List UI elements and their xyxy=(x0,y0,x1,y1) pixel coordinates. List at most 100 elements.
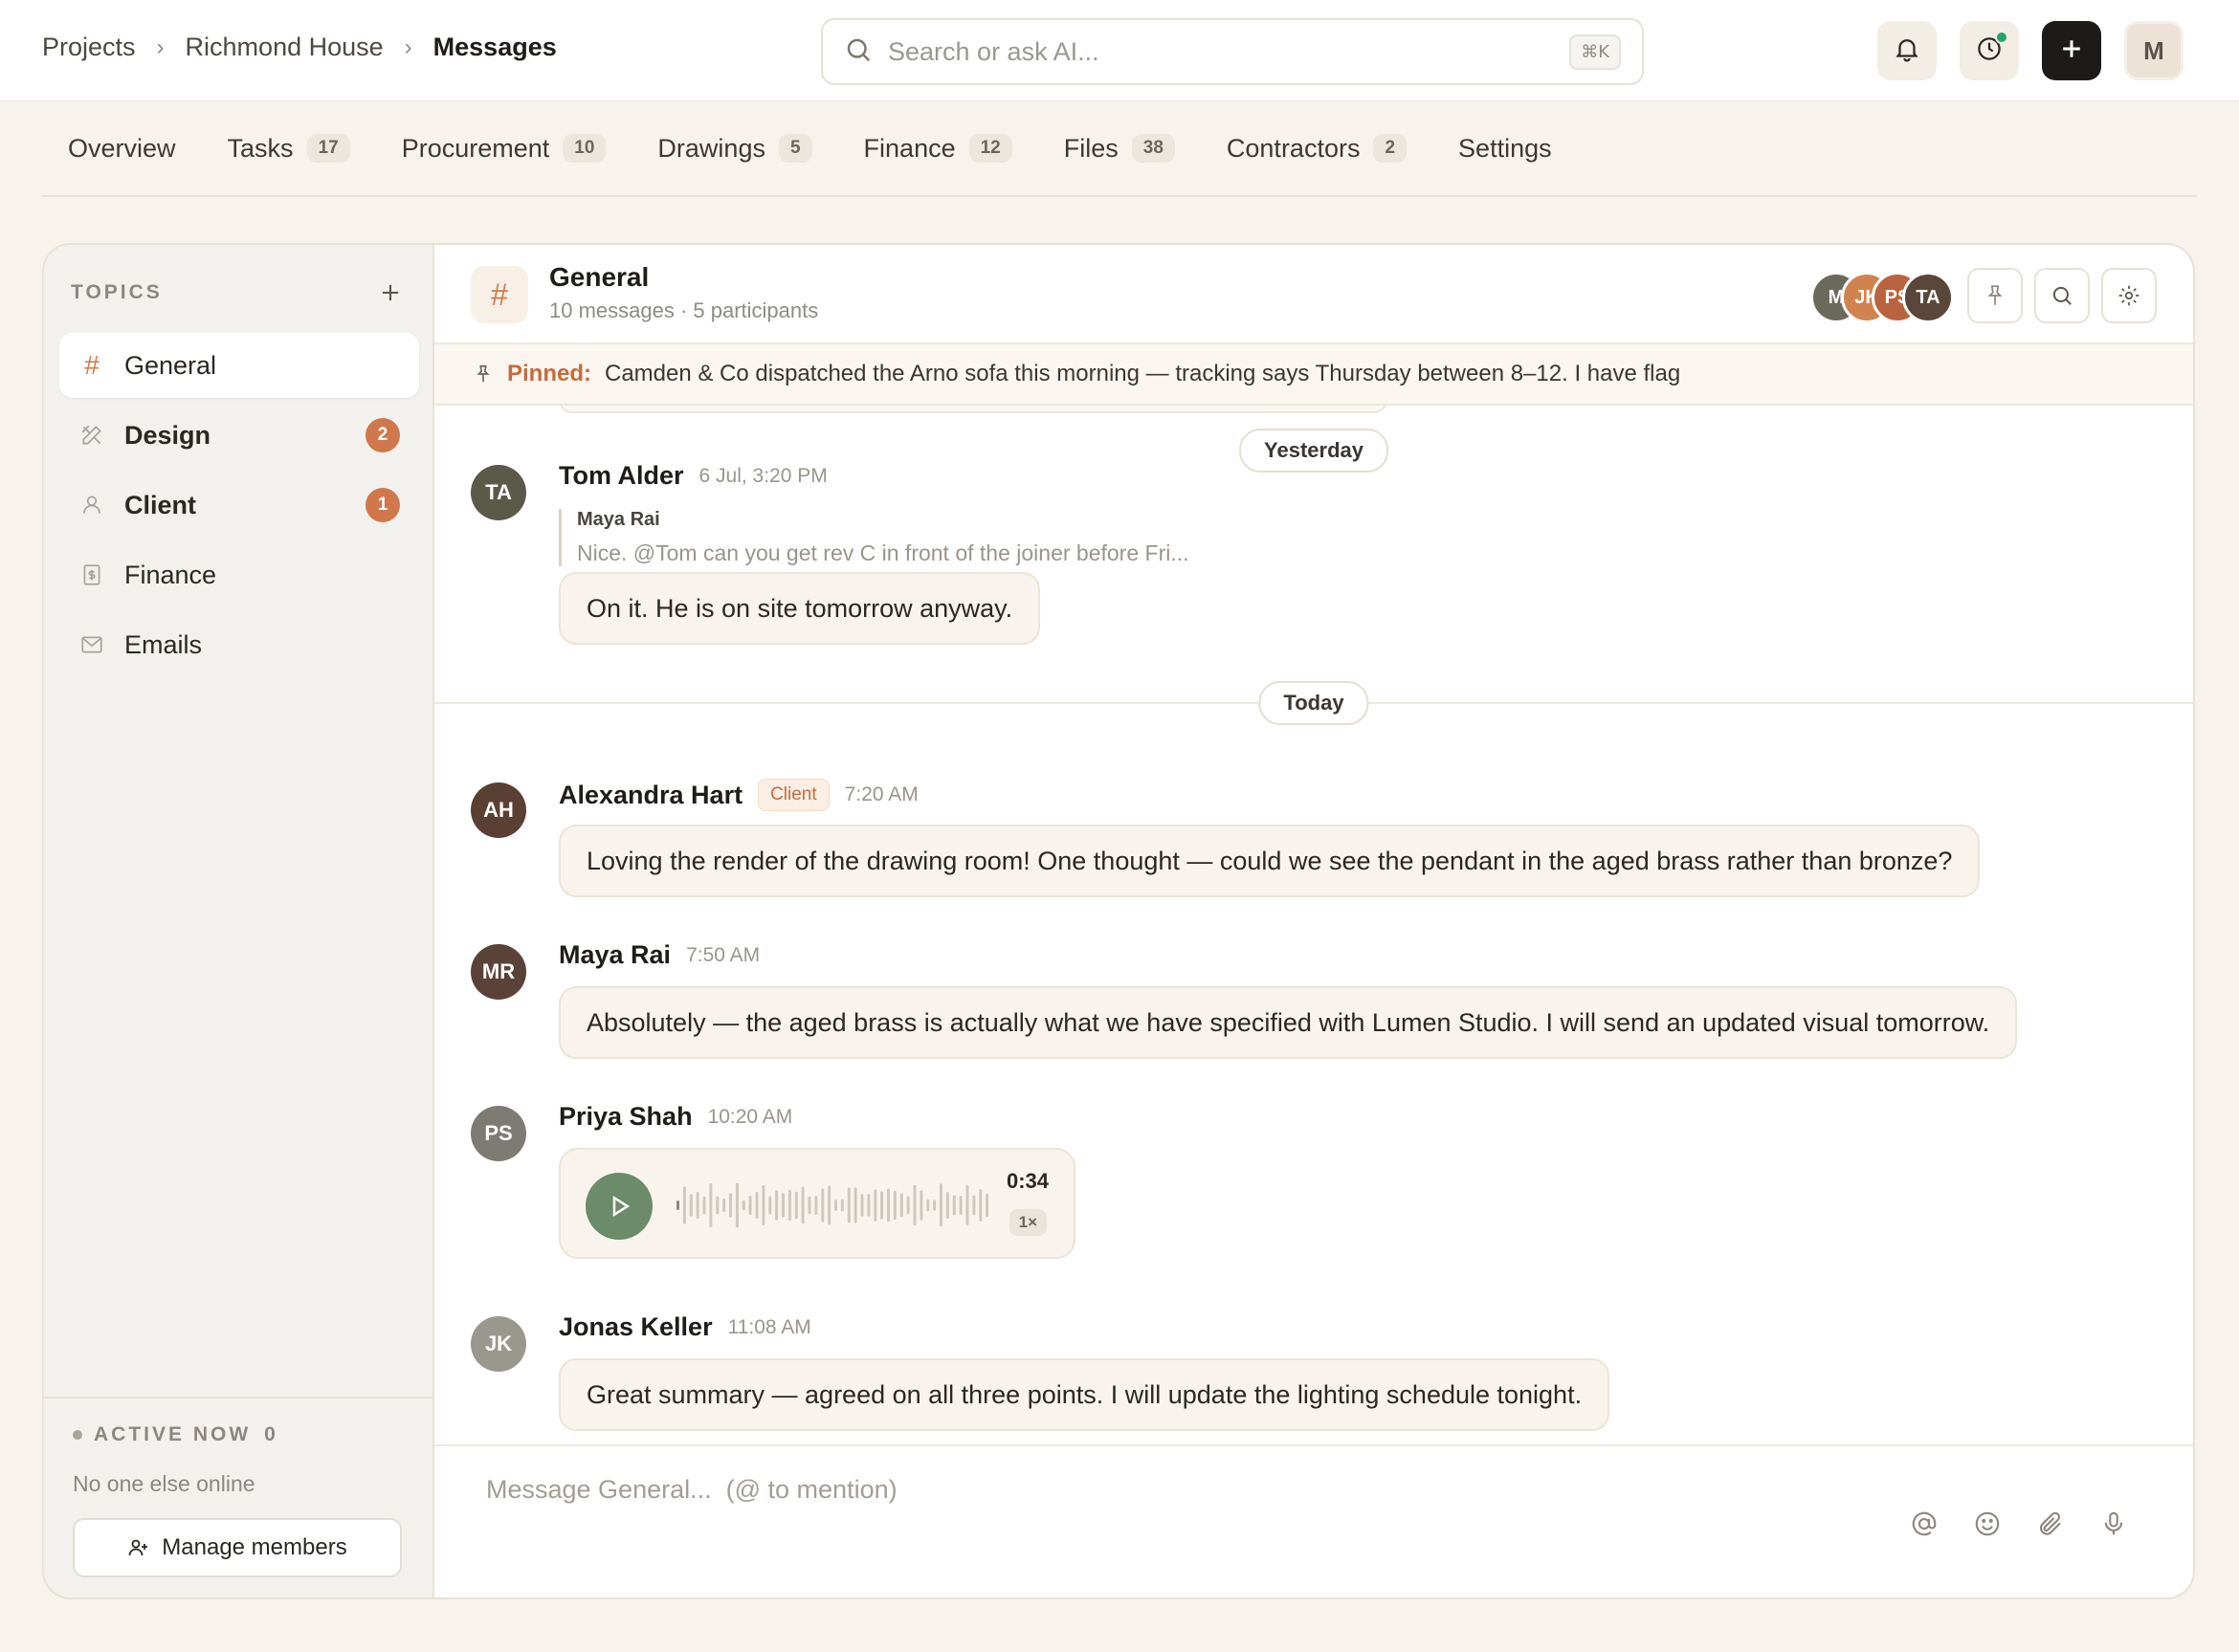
topic-label: Finance xyxy=(124,560,217,589)
mail-icon xyxy=(78,631,105,658)
message-composer xyxy=(434,1444,2193,1597)
topic-finance[interactable]: Finance xyxy=(59,542,419,607)
role-badge: Client xyxy=(758,779,830,811)
tab-finance[interactable]: Finance 12 xyxy=(838,101,1038,195)
tab-label: Settings xyxy=(1458,133,1552,163)
message-time: 6 Jul, 3:20 PM xyxy=(698,464,828,487)
message-author[interactable]: Alexandra Hart xyxy=(559,781,743,810)
participant-avatars[interactable]: M JK PS TA xyxy=(1810,272,1954,323)
message-input[interactable] xyxy=(486,1475,1826,1523)
waveform-bar xyxy=(742,1200,745,1211)
online-indicator xyxy=(1995,31,2008,44)
tab-drawings[interactable]: Drawings 5 xyxy=(632,101,837,195)
chat-area: # General 10 messages · 5 participants M… xyxy=(434,245,2193,1597)
waveform-bar xyxy=(945,1192,949,1219)
day-label: Today xyxy=(1258,681,1369,725)
message-author[interactable]: Maya Rai xyxy=(559,940,671,970)
topic-design[interactable]: Design 2 xyxy=(59,403,419,468)
tab-tasks[interactable]: Tasks 17 xyxy=(202,101,376,195)
waveform-bar xyxy=(735,1182,739,1228)
topic-emails[interactable]: Emails xyxy=(59,612,419,677)
emoji-button[interactable] xyxy=(1973,1509,2002,1538)
topic-client[interactable]: Client 1 xyxy=(59,473,419,538)
search-channel-button[interactable] xyxy=(2034,268,2090,323)
search-icon xyxy=(844,35,873,69)
tab-overview[interactable]: Overview xyxy=(42,101,202,195)
message-bubble: Great summary — agreed on all three poin… xyxy=(559,1358,1610,1431)
message-stream[interactable]: Yesterday TA Tom Alder 6 Jul, 3:20 PM Ma… xyxy=(434,406,2193,1448)
avatar[interactable]: PS xyxy=(471,1106,526,1161)
channel-settings-button[interactable] xyxy=(2101,268,2157,323)
waveform-bar xyxy=(729,1193,732,1218)
waveform-bar xyxy=(979,1189,983,1222)
day-label: Yesterday xyxy=(1239,429,1388,473)
message-meta: Maya Rai 7:50 AM xyxy=(559,940,760,970)
waveform-bar xyxy=(965,1185,969,1225)
topic-label: Emails xyxy=(124,629,203,659)
unread-badge: 2 xyxy=(366,418,400,452)
topic-general[interactable]: # General xyxy=(59,333,419,398)
add-user-icon xyxy=(128,1539,148,1556)
waveform[interactable] xyxy=(676,1178,991,1232)
pinned-message[interactable]: Pinned: Camden & Co dispatched the Arno … xyxy=(434,344,2193,406)
waveform-bar xyxy=(828,1185,831,1225)
play-button[interactable] xyxy=(586,1173,653,1240)
playback-speed-button[interactable]: 1× xyxy=(1009,1209,1047,1236)
tab-procurement[interactable]: Procurement 10 xyxy=(376,101,632,195)
reply-quote[interactable]: Maya Rai Nice. @Tom can you get rev C in… xyxy=(559,509,1189,566)
manage-members-button[interactable]: Manage members xyxy=(73,1518,402,1577)
message-author[interactable]: Tom Alder xyxy=(559,461,684,491)
voice-record-button[interactable] xyxy=(2099,1509,2128,1538)
tab-files[interactable]: Files 38 xyxy=(1038,101,1201,195)
waveform-bar xyxy=(689,1194,693,1217)
tab-settings[interactable]: Settings xyxy=(1432,101,1578,195)
search-box[interactable]: ⌘K xyxy=(821,18,1644,85)
active-now-status: No one else online xyxy=(73,1471,255,1496)
tab-contractors[interactable]: Contractors 2 xyxy=(1201,101,1432,195)
topic-label: General xyxy=(124,350,217,380)
breadcrumb-projects[interactable]: Projects xyxy=(42,33,136,62)
message-meta: Tom Alder 6 Jul, 3:20 PM xyxy=(559,461,828,491)
reply-text: Nice. @Tom can you get rev C in front of… xyxy=(577,540,1189,565)
active-now-label: ACTIVE NOW xyxy=(94,1423,252,1445)
avatar[interactable]: JK xyxy=(471,1316,526,1372)
avatar[interactable]: AH xyxy=(471,782,526,838)
tab-count: 10 xyxy=(563,134,607,163)
waveform-bar xyxy=(887,1188,890,1222)
voice-message: 0:34 1× xyxy=(559,1148,1075,1259)
user-avatar[interactable]: M xyxy=(2124,21,2184,80)
active-now-count: 0 xyxy=(264,1423,278,1445)
breadcrumb-project[interactable]: Richmond House xyxy=(186,33,384,62)
play-icon xyxy=(612,1195,631,1218)
waveform-bar xyxy=(768,1196,772,1215)
tab-count: 38 xyxy=(1131,134,1175,163)
waveform-bar xyxy=(834,1200,837,1211)
message-bubble: On it. He is on site tomorrow anyway. xyxy=(559,572,1041,645)
tab-label: Overview xyxy=(68,133,176,163)
pin-button[interactable] xyxy=(1967,268,2023,323)
avatar[interactable]: TA xyxy=(471,465,526,520)
plus-icon xyxy=(2057,34,2086,68)
notifications-button[interactable] xyxy=(1877,21,1937,80)
waveform-bar xyxy=(709,1183,713,1227)
message-author[interactable]: Jonas Keller xyxy=(559,1312,713,1342)
mention-button[interactable] xyxy=(1910,1509,1939,1538)
message-time: 10:20 AM xyxy=(707,1105,793,1128)
add-topic-button[interactable] xyxy=(375,277,406,308)
waveform-bar xyxy=(940,1183,942,1227)
topic-list: # General Design 2 Client 1 Finance Emai… xyxy=(59,333,419,682)
user-icon xyxy=(78,492,105,518)
top-bar: Projects › Richmond House › Messages ⌘K xyxy=(0,0,2239,101)
search-input[interactable] xyxy=(888,36,1570,67)
day-separator-today: Today xyxy=(434,681,2193,725)
activity-button[interactable] xyxy=(1960,21,2019,80)
shortcut-hint: ⌘K xyxy=(1569,33,1621,70)
waveform-bar xyxy=(840,1199,844,1212)
message-author[interactable]: Priya Shah xyxy=(559,1102,693,1132)
avatar[interactable]: MR xyxy=(471,944,526,1000)
waveform-bar xyxy=(702,1196,706,1215)
attach-button[interactable] xyxy=(2036,1509,2065,1538)
message-time: 7:20 AM xyxy=(844,783,919,805)
create-button[interactable] xyxy=(2042,21,2101,80)
message-meta: Alexandra Hart Client 7:20 AM xyxy=(559,779,919,811)
